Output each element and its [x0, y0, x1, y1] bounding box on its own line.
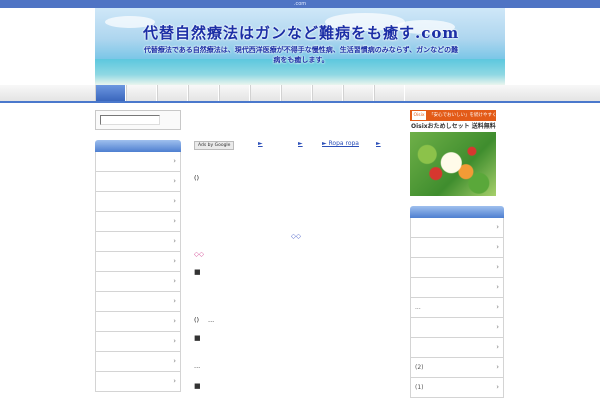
- bullet-icon: ■: [194, 268, 201, 276]
- right-sidebar-item[interactable]: ›: [410, 278, 504, 298]
- nav-tab[interactable]: [343, 85, 374, 101]
- chevron-right-icon: ›: [496, 363, 499, 371]
- bullet-icon: ■: [194, 382, 201, 390]
- oisix-ad-banner[interactable]: Oisix 「安心でおいしい」を続けやすく Oisixおためしセット 送料無料: [410, 110, 496, 196]
- nav-tab[interactable]: [157, 85, 188, 101]
- search-box: [95, 110, 181, 130]
- chevron-right-icon: ›: [173, 357, 176, 365]
- site-header[interactable]: 代替自然療法はガンなど難病をも癒す.com 代替療法である自然療法は、現代西洋医…: [95, 8, 505, 85]
- ad-links-row: Ads by Google ► ► ► Ropa ropa ►: [194, 140, 386, 150]
- ad-link[interactable]: ► Ropa ropa: [322, 140, 359, 147]
- oisix-logo: Oisix: [412, 111, 426, 120]
- nav-tab[interactable]: [219, 85, 250, 101]
- site-title[interactable]: 代替自然療法はガンなど難病をも癒す.com: [143, 22, 459, 43]
- left-sidebar-header: [95, 140, 181, 152]
- right-sidebar-item-label: (2): [415, 364, 424, 371]
- nav-tab[interactable]: [374, 85, 405, 101]
- post-link[interactable]: ◇◇: [291, 232, 301, 240]
- chevron-right-icon: ›: [173, 217, 176, 225]
- banner-header: Oisix 「安心でおいしい」を続けやすく: [410, 110, 496, 121]
- right-sidebar-item[interactable]: (2) ›: [410, 358, 504, 378]
- top-bar-text: .com: [293, 1, 307, 7]
- post-text: ...: [194, 362, 201, 370]
- right-sidebar-header: [410, 206, 504, 218]
- chevron-right-icon: ›: [496, 303, 499, 311]
- right-sidebar-item[interactable]: ›: [410, 238, 504, 258]
- nav-tab[interactable]: [188, 85, 219, 101]
- chevron-right-icon: ›: [173, 197, 176, 205]
- post-text: (): [194, 174, 200, 182]
- ad-link[interactable]: ►: [258, 140, 263, 147]
- ad-link[interactable]: ►: [376, 140, 381, 147]
- nav-tab[interactable]: [126, 85, 157, 101]
- left-sidebar-item[interactable]: ›: [95, 192, 181, 212]
- global-nav: [0, 85, 600, 103]
- left-sidebar-item[interactable]: ›: [95, 152, 181, 172]
- salad-photo: [410, 132, 496, 196]
- chevron-right-icon: ›: [496, 223, 499, 231]
- nav-tab[interactable]: [312, 85, 343, 101]
- top-bar: .com: [0, 0, 600, 8]
- right-sidebar-item[interactable]: ›: [410, 318, 504, 338]
- chevron-right-icon: ›: [173, 257, 176, 265]
- chevron-right-icon: ›: [496, 383, 499, 391]
- chevron-right-icon: ›: [173, 177, 176, 185]
- chevron-right-icon: ›: [173, 297, 176, 305]
- chevron-right-icon: ›: [173, 237, 176, 245]
- left-sidebar-item[interactable]: ›: [95, 172, 181, 192]
- left-sidebar-item[interactable]: ›: [95, 372, 181, 392]
- ads-by-google-badge[interactable]: Ads by Google: [194, 141, 235, 150]
- chevron-right-icon: ›: [173, 317, 176, 325]
- left-sidebar-item[interactable]: ›: [95, 292, 181, 312]
- nav-tab[interactable]: [250, 85, 281, 101]
- left-sidebar-item[interactable]: ›: [95, 312, 181, 332]
- right-sidebar-item[interactable]: ›: [410, 218, 504, 238]
- left-sidebar-list: › › › › › › › › › › › ›: [95, 152, 181, 392]
- right-sidebar-item[interactable]: ... ›: [410, 298, 504, 318]
- post-link[interactable]: ◇◇: [194, 250, 204, 258]
- chevron-right-icon: ›: [496, 243, 499, 251]
- chevron-right-icon: ›: [173, 337, 176, 345]
- chevron-right-icon: ›: [173, 277, 176, 285]
- banner-tagline: 「安心でおいしい」を続けやすく: [429, 113, 496, 118]
- site-description: 代替療法である自然療法は、現代西洋医療が不得手な慢性病、生活習慣病のみならず、ガ…: [143, 45, 459, 64]
- left-sidebar-item[interactable]: ›: [95, 232, 181, 252]
- right-sidebar-list: › › › › ... › › › (2) › (1) ›: [410, 218, 504, 398]
- chevron-right-icon: ›: [496, 263, 499, 271]
- bullet-icon: ■: [194, 334, 201, 342]
- right-sidebar-item[interactable]: ›: [410, 258, 504, 278]
- banner-headline: Oisixおためしセット 送料無料: [411, 123, 496, 130]
- left-sidebar-item[interactable]: ›: [95, 352, 181, 372]
- left-sidebar-item[interactable]: ›: [95, 332, 181, 352]
- nav-tab-home[interactable]: [95, 85, 126, 101]
- chevron-right-icon: ›: [173, 377, 176, 385]
- right-sidebar-item[interactable]: ›: [410, 338, 504, 358]
- chevron-right-icon: ›: [496, 323, 499, 331]
- ad-link[interactable]: ►: [298, 140, 303, 147]
- nav-tab[interactable]: [281, 85, 312, 101]
- left-sidebar-item[interactable]: ›: [95, 252, 181, 272]
- right-sidebar-item-label: ...: [415, 304, 421, 311]
- right-sidebar-item[interactable]: (1) ›: [410, 378, 504, 398]
- chevron-right-icon: ›: [496, 343, 499, 351]
- left-sidebar-item[interactable]: ›: [95, 212, 181, 232]
- search-input[interactable]: [100, 115, 160, 125]
- post-text: (): [194, 316, 200, 324]
- post-text: ...: [208, 316, 215, 324]
- chevron-right-icon: ›: [173, 157, 176, 165]
- right-sidebar-item-label: (1): [415, 384, 424, 391]
- chevron-right-icon: ›: [496, 283, 499, 291]
- left-sidebar-item[interactable]: ›: [95, 272, 181, 292]
